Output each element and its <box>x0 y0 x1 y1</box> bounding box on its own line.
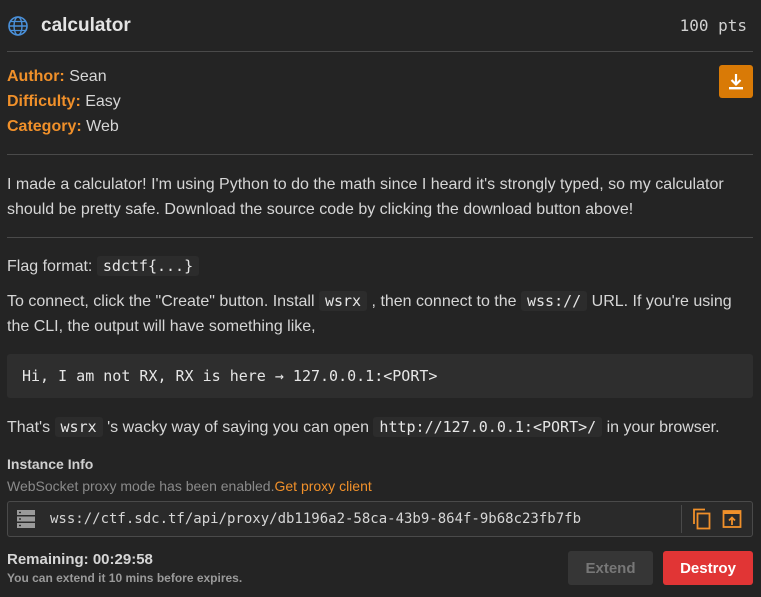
challenge-points: 100 pts <box>679 16 747 35</box>
wss-code: wss:// <box>521 291 588 311</box>
globe-icon <box>8 15 28 36</box>
author-value: Sean <box>69 68 107 85</box>
category-value: Web <box>86 118 119 135</box>
divider <box>7 154 753 155</box>
local-url-code: http://127.0.0.1:<PORT>/ <box>373 417 603 437</box>
challenge-title: calculator <box>41 14 131 36</box>
divider <box>7 237 753 238</box>
cli-output-text: Hi, I am not RX, RX is here → 127.0.0.1:… <box>22 367 438 385</box>
websocket-note: WebSocket proxy mode has been enabled.Ge… <box>7 478 372 494</box>
flag-format-value: sdctf{...} <box>96 256 200 276</box>
extend-button[interactable]: Extend <box>568 551 653 585</box>
copy-icon <box>693 508 711 530</box>
instance-url[interactable]: wss://ctf.sdc.tf/api/proxy/db1196a2-58ca… <box>50 511 681 527</box>
open-in-new-icon <box>722 510 742 528</box>
copy-button[interactable] <box>688 505 716 533</box>
challenge-header: calculator 100 pts <box>7 0 753 52</box>
remaining-time: Remaining: 00:29:58 <box>7 551 153 568</box>
cli-output-codeblock: Hi, I am not RX, RX is here → 127.0.0.1:… <box>7 354 753 398</box>
flag-format: Flag format: sdctf{...} <box>7 254 753 279</box>
websocket-note-text: WebSocket proxy mode has been enabled. <box>7 478 275 494</box>
destroy-button[interactable]: Destroy <box>663 551 753 585</box>
connect-text: To connect, click the "Create" button. I… <box>7 293 315 310</box>
download-button[interactable] <box>719 65 753 98</box>
challenge-description: I made a calculator! I'm using Python to… <box>7 176 724 218</box>
category-label: Category: <box>7 118 82 135</box>
challenge-meta: Author: Sean Difficulty: Easy Category: … <box>7 64 121 139</box>
author-row: Author: Sean <box>7 64 121 89</box>
browser-instructions: That's wsrx 's wacky way of saying you c… <box>7 415 753 440</box>
server-icon <box>17 510 35 528</box>
connect-instructions: To connect, click the "Create" button. I… <box>7 289 753 339</box>
instance-info-title: Instance Info <box>7 456 94 472</box>
browser-text: 's wacky way of saying you can open <box>107 419 369 436</box>
category-row: Category: Web <box>7 114 121 139</box>
flag-format-label: Flag format: <box>7 258 93 275</box>
author-label: Author: <box>7 68 65 85</box>
download-icon <box>729 73 743 89</box>
difficulty-label: Difficulty: <box>7 93 81 110</box>
open-in-browser-button[interactable] <box>718 505 746 533</box>
divider <box>681 505 682 533</box>
instance-url-box: wss://ctf.sdc.tf/api/proxy/db1196a2-58ca… <box>7 501 753 537</box>
difficulty-value: Easy <box>85 93 121 110</box>
get-proxy-client-link[interactable]: Get proxy client <box>274 478 371 494</box>
connect-text: , then connect to the <box>371 293 517 310</box>
wsrx-code: wsrx <box>318 291 368 311</box>
difficulty-row: Difficulty: Easy <box>7 89 121 114</box>
browser-text: That's <box>7 419 51 436</box>
browser-text: in your browser. <box>606 419 720 436</box>
extend-note: You can extend it 10 mins before expires… <box>7 571 243 585</box>
wsrx-code: wsrx <box>54 417 103 437</box>
